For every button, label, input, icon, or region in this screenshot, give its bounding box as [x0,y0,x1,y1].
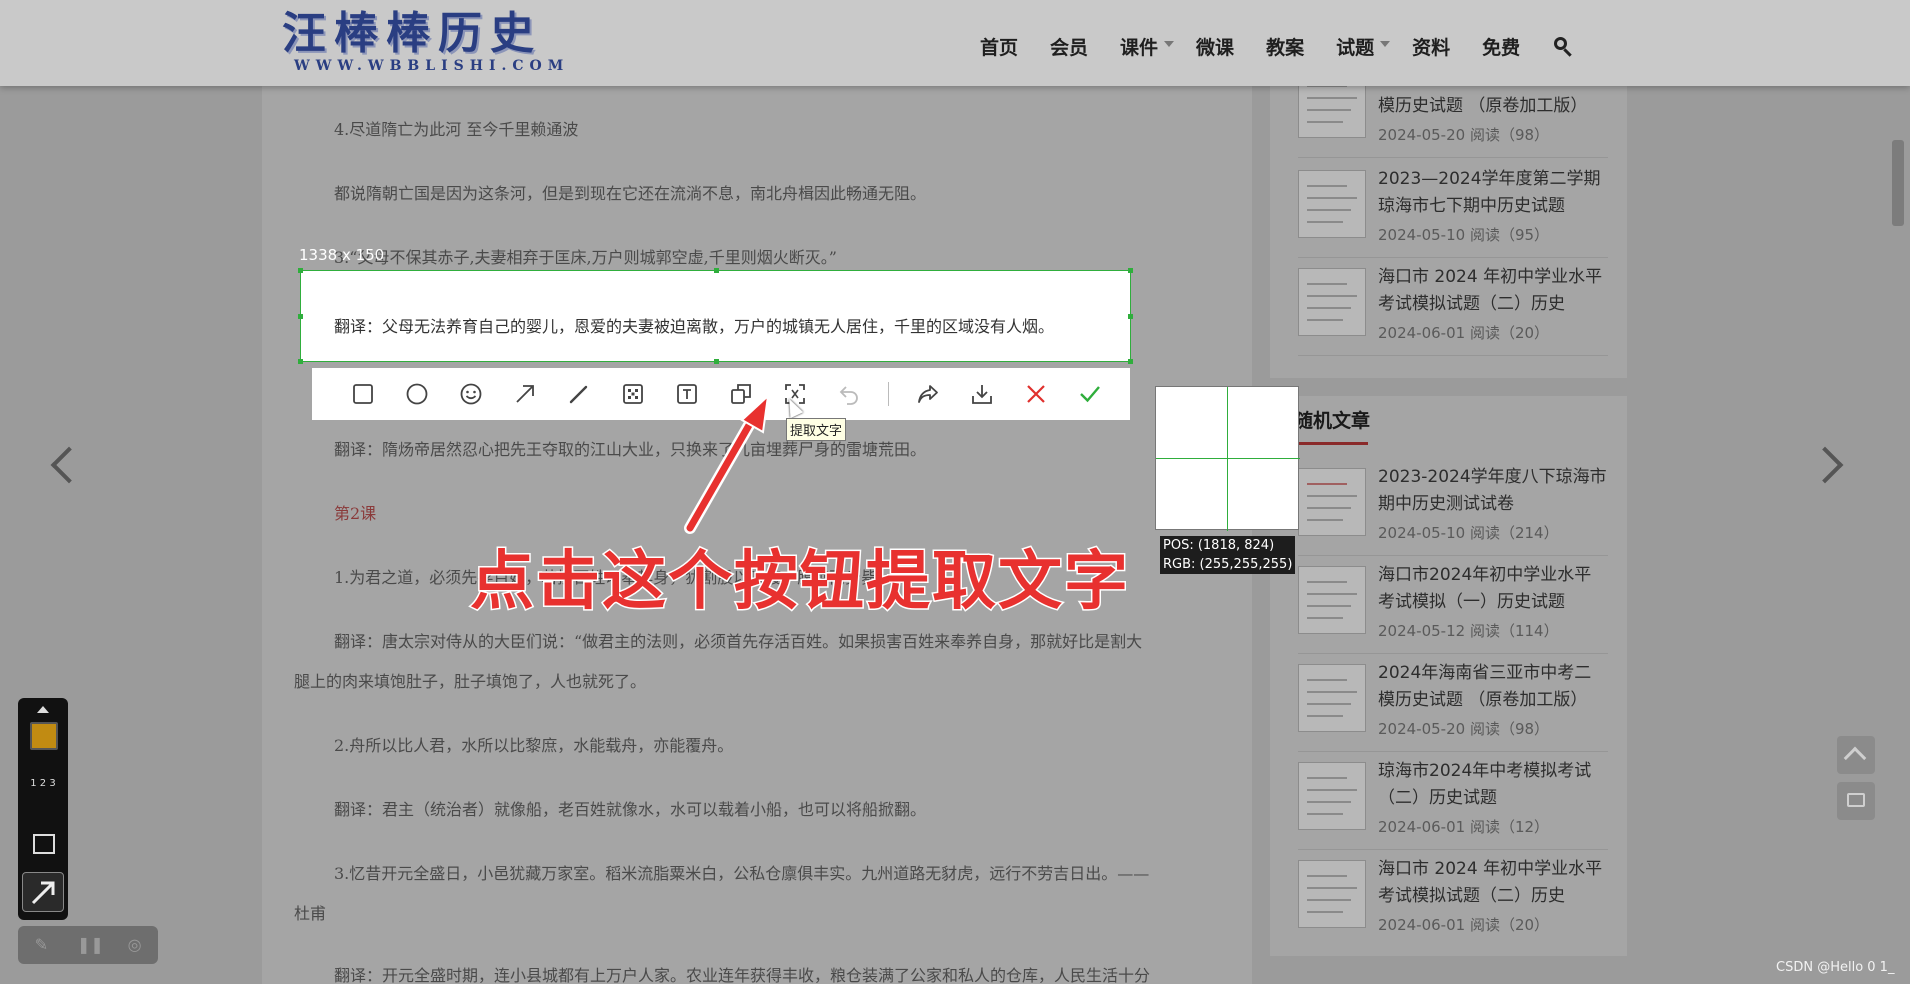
color-swatch[interactable] [30,722,58,750]
step-number-icon[interactable]: 1 2 3 [28,778,58,804]
logo-text: 汪棒棒历史 [282,8,542,59]
nav-item-materials[interactable]: 资料 [1412,33,1450,60]
watermark: CSDN @Hello 0 1_ [1776,960,1895,975]
nav-item-free[interactable]: 免费 [1482,33,1520,60]
comment-icon [1847,793,1865,807]
chevron-down-icon [1164,40,1175,47]
comment-button[interactable] [1837,782,1875,820]
arrow-pointer-icon [31,881,55,905]
drawing-panel: 1 2 3 [18,698,68,920]
chevron-up-icon [1843,746,1867,770]
site-header: 汪棒棒历史 WWW.WBBLISHI.COM 首页 会员 课件 微课 教案 试题… [0,0,1910,86]
chevron-up-icon[interactable] [37,706,49,713]
camera-icon[interactable]: ◎ [124,934,146,956]
nav-item-microlesson[interactable]: 微课 [1196,33,1234,60]
site-logo[interactable]: 汪棒棒历史 WWW.WBBLISHI.COM [282,8,570,76]
logo-url: WWW.WBBLISHI.COM [294,58,570,74]
edit-icon[interactable]: ✎ [30,934,52,956]
annotation-text: 点击这个按钮提取文字 [469,544,1130,621]
annotation-arrow-icon [684,393,770,534]
nav-item-courseware[interactable]: 课件 [1120,33,1175,60]
back-to-top-button[interactable] [1837,736,1875,774]
nav-item-member[interactable]: 会员 [1050,33,1088,60]
nav-item-exam[interactable]: 试题 [1336,33,1391,60]
nav-item-home[interactable]: 首页 [980,33,1018,60]
search-icon[interactable] [1552,35,1574,57]
pause-icon[interactable]: ❚❚ [77,934,104,956]
rectangle-icon[interactable] [33,834,55,854]
recording-controls: ✎ ❚❚ ◎ [18,926,158,964]
nav-item-lesson-plan[interactable]: 教案 [1266,33,1304,60]
chevron-down-icon [1380,40,1391,47]
pointer-tool[interactable] [22,872,64,912]
main-nav: 首页 会员 课件 微课 教案 试题 资料 免费 [980,26,1574,66]
